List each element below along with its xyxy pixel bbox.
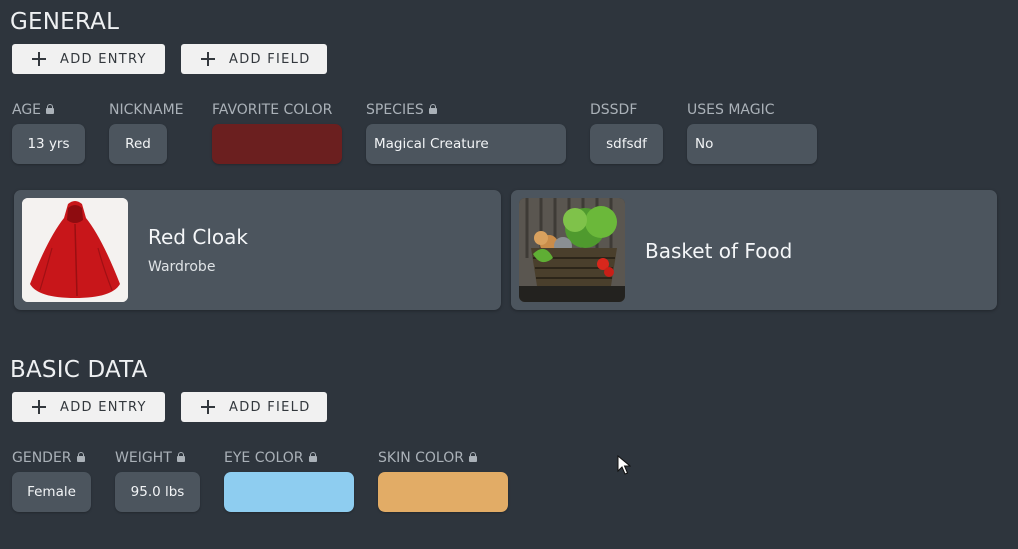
dssdf-value[interactable]: sdfsdf xyxy=(590,124,663,164)
add-field-button[interactable]: ADD FIELD xyxy=(181,392,327,422)
add-entry-label: ADD ENTRY xyxy=(60,399,147,415)
field-label: DSSDF xyxy=(590,102,637,118)
section-title-general: GENERAL xyxy=(10,9,120,35)
red-cloak-image xyxy=(22,198,128,302)
lock-icon xyxy=(428,104,437,114)
item-card-basket-of-food[interactable]: Basket of Food xyxy=(511,190,997,310)
add-field-label: ADD FIELD xyxy=(229,51,311,67)
weight-value[interactable]: 95.0 lbs xyxy=(115,472,200,512)
card-title: Red Cloak xyxy=(148,225,248,249)
species-value[interactable]: Magical Creature xyxy=(366,124,566,164)
plus-icon xyxy=(30,50,48,68)
lock-icon xyxy=(468,452,477,462)
gender-value[interactable]: Female xyxy=(12,472,91,512)
card-title: Basket of Food xyxy=(645,239,793,263)
plus-icon xyxy=(30,398,48,416)
field-label: USES MAGIC xyxy=(687,102,774,118)
age-value[interactable]: 13 yrs xyxy=(12,124,85,164)
uses-magic-label: USES MAGIC xyxy=(687,102,775,118)
field-label: NICKNAME xyxy=(109,102,184,118)
field-label: FAVORITE COLOR xyxy=(212,102,332,118)
favorite-color-swatch[interactable] xyxy=(212,124,342,164)
gender-label: GENDER xyxy=(12,450,72,466)
eye-color-swatch[interactable] xyxy=(224,472,354,512)
lock-icon xyxy=(176,452,185,462)
eye-color-label: EYE COLOR xyxy=(224,450,304,466)
add-entry-label: ADD ENTRY xyxy=(60,51,147,67)
skin-color-label: SKIN COLOR xyxy=(378,450,464,466)
lock-icon xyxy=(46,104,55,114)
basket-of-food-image xyxy=(519,198,625,302)
add-entry-button[interactable]: ADD ENTRY xyxy=(12,392,165,422)
plus-icon xyxy=(199,50,217,68)
item-card-red-cloak[interactable]: Red Cloak Wardrobe xyxy=(14,190,501,310)
skin-color-swatch[interactable] xyxy=(378,472,508,512)
section-title-basic-data: BASIC DATA xyxy=(10,357,148,383)
uses-magic-value[interactable]: No xyxy=(687,124,817,164)
dssdf-label: DSSDF xyxy=(590,102,638,118)
field-label: SPECIES xyxy=(366,102,437,118)
add-field-label: ADD FIELD xyxy=(229,399,311,415)
weight-label: WEIGHT xyxy=(115,450,172,466)
species-label: SPECIES xyxy=(366,102,424,118)
add-entry-button[interactable]: ADD ENTRY xyxy=(12,44,165,74)
age-label: AGE xyxy=(12,102,42,118)
field-label: SKIN COLOR xyxy=(378,450,477,466)
field-label: GENDER xyxy=(12,450,85,466)
field-label: AGE xyxy=(12,102,55,118)
field-label: WEIGHT xyxy=(115,450,185,466)
field-label: EYE COLOR xyxy=(224,450,317,466)
nickname-value[interactable]: Red xyxy=(109,124,167,164)
mouse-cursor-icon xyxy=(617,454,632,479)
plus-icon xyxy=(199,398,217,416)
lock-icon xyxy=(308,452,317,462)
lock-icon xyxy=(76,452,85,462)
favorite-color-label: FAVORITE COLOR xyxy=(212,102,333,118)
nickname-label: NICKNAME xyxy=(109,102,184,118)
add-field-button[interactable]: ADD FIELD xyxy=(181,44,327,74)
card-subtitle: Wardrobe xyxy=(148,259,216,275)
